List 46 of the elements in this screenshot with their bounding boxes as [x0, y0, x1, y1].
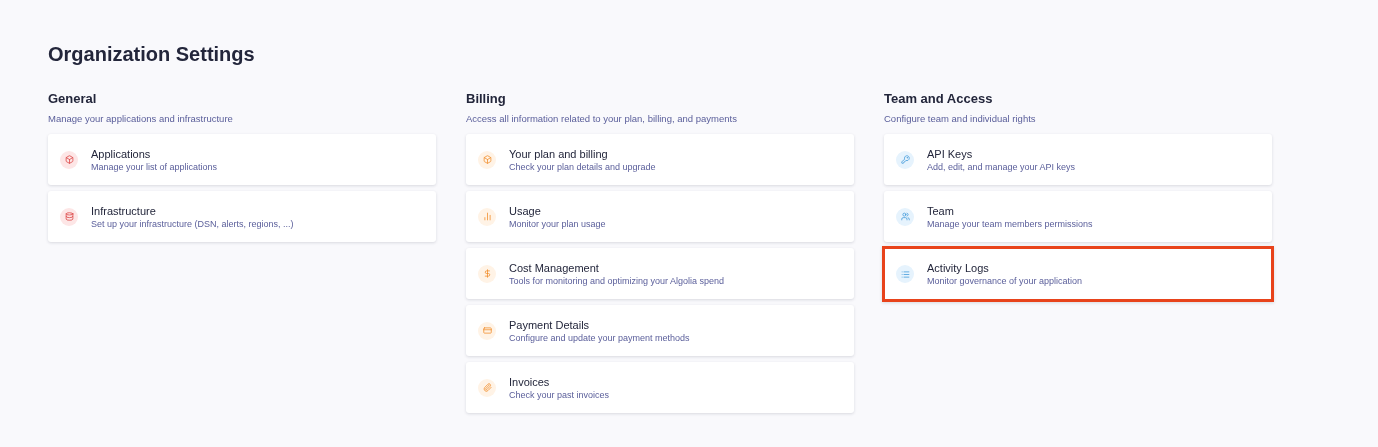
- users-icon: [896, 207, 914, 226]
- paperclip-icon: [478, 378, 496, 397]
- settings-card[interactable]: Activity Logs Monitor governance of your application: [882, 246, 1274, 302]
- dollar-icon: [478, 264, 496, 283]
- section-title: Billing: [466, 91, 507, 107]
- card-title: Team: [927, 203, 955, 218]
- card-subtitle: Set up your infrastructure (DSN, alerts, regions, ...): [91, 217, 294, 230]
- section-description: Access all information related to your plan, billing, and payments: [466, 113, 738, 125]
- section-description: Manage your applications and infrastructure: [48, 113, 234, 125]
- credit-card-icon: [478, 321, 496, 340]
- settings-card[interactable]: Invoices Check your past invoices: [466, 362, 854, 413]
- settings-card[interactable]: Team Manage your team members permissions: [884, 191, 1272, 242]
- settings-card[interactable]: Applications Manage your list of applications: [48, 134, 436, 185]
- card-subtitle: Manage your team members permissions: [927, 217, 1093, 230]
- page-title: Organization Settings: [48, 42, 256, 66]
- card-subtitle: Check your plan details and upgrade: [509, 160, 656, 173]
- card-title: Invoices: [509, 374, 551, 389]
- database-icon: [60, 207, 78, 226]
- card-title: Infrastructure: [91, 203, 157, 218]
- settings-card[interactable]: API Keys Add, edit, and manage your API keys: [884, 134, 1272, 185]
- section-description: Configure team and individual rights: [884, 113, 1037, 125]
- card-title: API Keys: [927, 146, 974, 161]
- list-icon: [896, 265, 914, 283]
- bar-chart-icon: [478, 207, 496, 226]
- settings-card[interactable]: Usage Monitor your plan usage: [466, 191, 854, 242]
- card-title: Usage: [509, 203, 542, 218]
- cube-icon: [478, 150, 496, 169]
- settings-card[interactable]: Infrastructure Set up your infrastructure (DSN, alerts, regions, ...): [48, 191, 436, 242]
- cube-icon: [60, 150, 78, 169]
- card-subtitle: Check your past invoices: [509, 388, 610, 401]
- settings-card[interactable]: Your plan and billing Check your plan details and upgrade: [466, 134, 854, 185]
- card-subtitle: Monitor your plan usage: [509, 217, 606, 230]
- card-subtitle: Configure and update your payment methods: [509, 331, 690, 344]
- card-subtitle: Add, edit, and manage your API keys: [927, 160, 1076, 173]
- settings-card[interactable]: Payment Details Configure and update your payment methods: [466, 305, 854, 356]
- section-title: Team and Access: [884, 91, 994, 107]
- card-title: Applications: [91, 146, 152, 161]
- card-title: Activity Logs: [927, 261, 990, 275]
- card-subtitle: Manage your list of applications: [91, 160, 218, 173]
- card-subtitle: Tools for monitoring and optimizing your Algolia spend: [509, 274, 725, 287]
- card-title: Payment Details: [509, 317, 591, 332]
- settings-card[interactable]: Cost Management Tools for monitoring and optimizing your Algolia spend: [466, 248, 854, 299]
- card-title: Cost Management: [509, 260, 600, 275]
- card-title: Your plan and billing: [509, 146, 609, 161]
- card-subtitle: Monitor governance of your application: [927, 275, 1083, 287]
- section-title: General: [48, 91, 98, 107]
